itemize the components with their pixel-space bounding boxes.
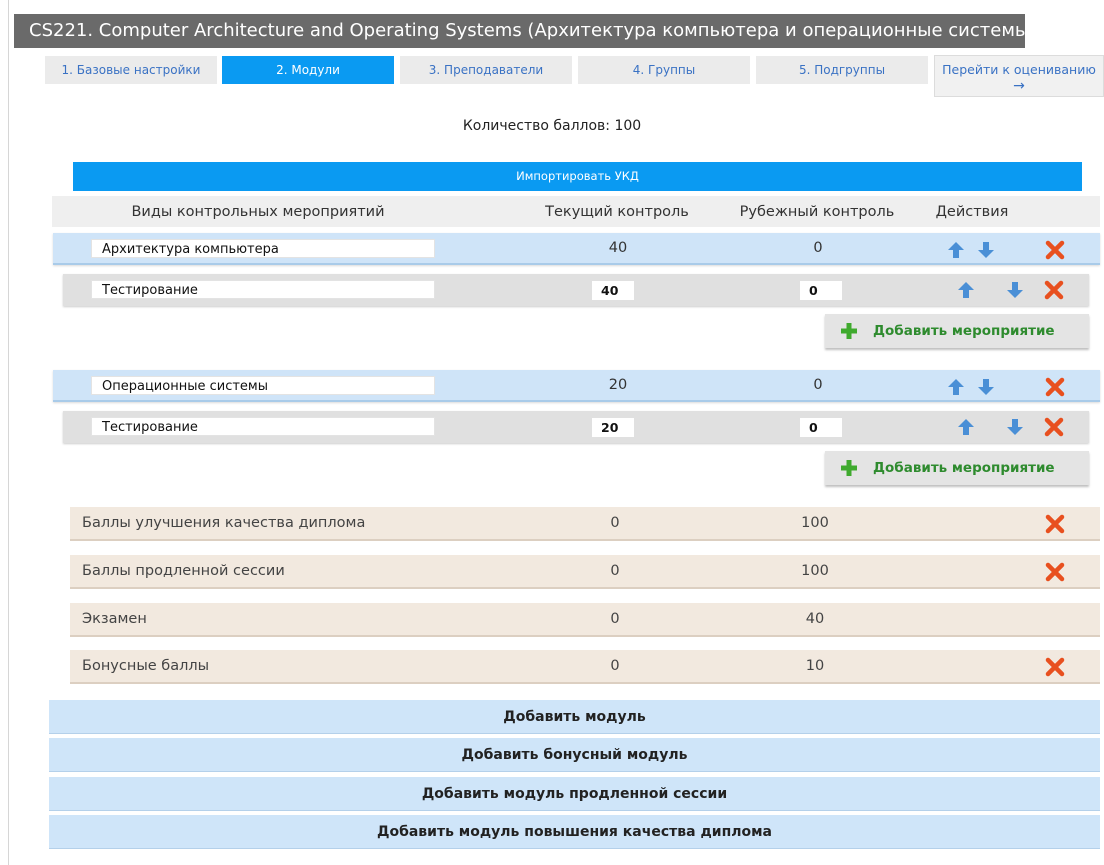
module-row: Операционные системы 20 0: [53, 370, 1100, 402]
extra-module-current: 0: [610, 611, 620, 627]
tab-teachers[interactable]: 3. Преподаватели: [400, 56, 572, 84]
header-activities: Виды контрольных мероприятий: [131, 203, 385, 220]
arrow-down-icon[interactable]: [976, 240, 996, 260]
delete-x-icon[interactable]: [1044, 417, 1064, 437]
extra-module-current: 0: [610, 515, 620, 531]
add-extended-session-module-button[interactable]: Добавить модуль продленной сессии: [49, 777, 1100, 811]
import-ukd-button[interactable]: Импортировать УКД: [73, 162, 1082, 191]
event-name-field[interactable]: Тестирование: [91, 280, 435, 299]
extra-module-name: Экзамен: [82, 611, 147, 627]
event-row: Тестирование 20 0: [63, 411, 1089, 443]
event-current-input[interactable]: 40: [592, 281, 634, 300]
extra-module-row: Бонусные баллы 0 10: [70, 650, 1100, 684]
delete-x-icon[interactable]: [1045, 377, 1065, 397]
add-event-button[interactable]: Добавить мероприятие: [825, 314, 1089, 348]
delete-x-icon[interactable]: [1045, 562, 1065, 582]
add-event-label: Добавить мероприятие: [873, 323, 1055, 339]
arrow-down-icon[interactable]: [976, 377, 996, 397]
extra-module-milestone: 40: [805, 611, 825, 627]
delete-x-icon[interactable]: [1045, 514, 1065, 534]
extra-module-milestone: 10: [805, 658, 825, 674]
event-milestone-input[interactable]: 0: [800, 281, 842, 300]
module-name-field[interactable]: Операционные системы: [91, 376, 435, 395]
event-name-field[interactable]: Тестирование: [91, 417, 435, 436]
arrow-right-icon: →: [1013, 78, 1025, 94]
tab-go-to-grading[interactable]: Перейти к оцениванию →: [934, 55, 1104, 97]
arrow-up-icon[interactable]: [946, 240, 966, 260]
event-milestone-input[interactable]: 0: [800, 418, 842, 437]
extra-module-milestone: 100: [801, 515, 829, 531]
extra-module-row: Экзамен 0 40: [70, 603, 1100, 637]
delete-x-icon[interactable]: [1045, 240, 1065, 260]
module-name-field[interactable]: Архитектура компьютера: [91, 239, 435, 258]
arrow-up-icon[interactable]: [956, 280, 976, 300]
extra-module-current: 0: [610, 563, 620, 579]
tab-basic-settings[interactable]: 1. Базовые настройки: [45, 56, 217, 84]
header-milestone-control: Рубежный контроль: [739, 203, 895, 220]
tab-modules[interactable]: 2. Модули: [222, 56, 394, 84]
event-row: Тестирование 40 0: [63, 274, 1089, 306]
module-row: Архитектура компьютера 40 0: [53, 233, 1100, 265]
extra-module-row: Баллы улучшения качества диплома 0 100: [70, 507, 1100, 541]
go-to-grading-label: Перейти к оцениванию: [942, 62, 1096, 77]
course-title: CS221. Computer Architecture and Operati…: [14, 14, 1025, 48]
extra-module-name: Баллы улучшения качества диплома: [82, 515, 366, 531]
header-current-control: Текущий контроль: [545, 203, 689, 220]
module-current-total: 40: [608, 240, 628, 256]
tab-groups[interactable]: 4. Группы: [578, 56, 750, 84]
extra-module-name: Бонусные баллы: [82, 658, 210, 674]
total-points: Количество баллов: 100: [462, 118, 642, 134]
add-module-button[interactable]: Добавить модуль: [49, 700, 1100, 734]
extra-module-row: Баллы продленной сессии 0 100: [70, 555, 1100, 589]
arrow-down-icon[interactable]: [1005, 417, 1025, 437]
arrow-down-icon[interactable]: [1005, 280, 1025, 300]
plus-icon: [841, 460, 857, 476]
plus-icon: [841, 323, 857, 339]
add-event-label: Добавить мероприятие: [873, 460, 1055, 476]
arrow-up-icon[interactable]: [946, 377, 966, 397]
event-current-input[interactable]: 20: [592, 418, 634, 437]
add-bonus-module-button[interactable]: Добавить бонусный модуль: [49, 738, 1100, 772]
delete-x-icon[interactable]: [1044, 280, 1064, 300]
module-milestone-total: 0: [813, 240, 823, 256]
module-milestone-total: 0: [813, 377, 823, 393]
extra-module-name: Баллы продленной сессии: [82, 563, 285, 579]
add-event-button[interactable]: Добавить мероприятие: [825, 451, 1089, 485]
delete-x-icon[interactable]: [1045, 657, 1065, 677]
module-current-total: 20: [608, 377, 628, 393]
tab-subgroups[interactable]: 5. Подгруппы: [756, 56, 928, 84]
extra-module-current: 0: [610, 658, 620, 674]
extra-module-milestone: 100: [801, 563, 829, 579]
add-diploma-quality-module-button[interactable]: Добавить модуль повышения качества дипло…: [49, 815, 1100, 849]
header-actions: Действия: [935, 203, 1009, 220]
arrow-up-icon[interactable]: [956, 417, 976, 437]
table-header: Виды контрольных мероприятий Текущий кон…: [52, 196, 1100, 227]
